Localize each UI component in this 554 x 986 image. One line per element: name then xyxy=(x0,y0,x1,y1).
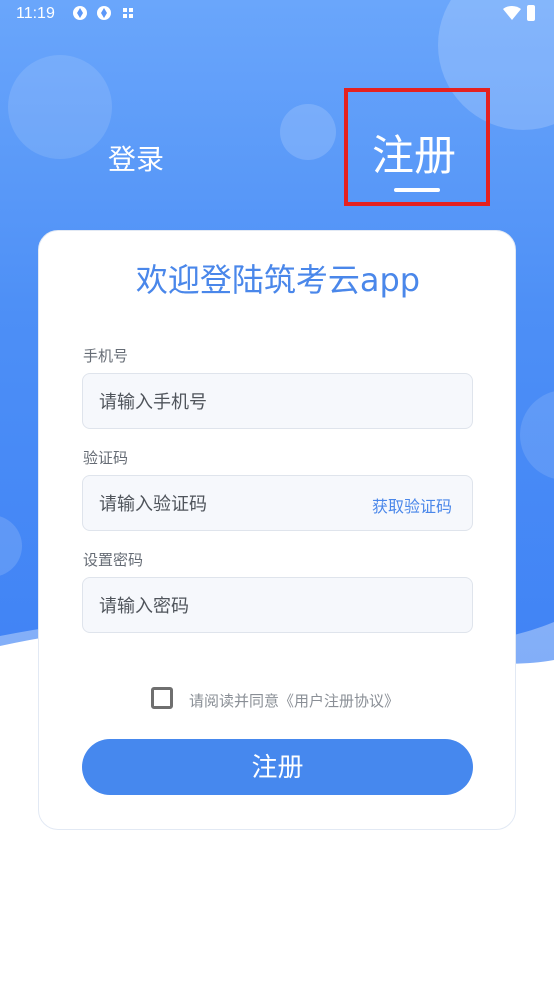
sync-icon xyxy=(96,5,112,25)
password-label: 设置密码 xyxy=(83,551,144,569)
decor-bubble xyxy=(0,515,22,577)
phone-input[interactable] xyxy=(97,374,361,430)
password-field xyxy=(82,577,473,634)
tab-register[interactable]: 注册 xyxy=(344,88,490,206)
agreement-text[interactable]: 请阅读并同意《用户注册协议》 xyxy=(189,690,399,711)
decor-bubble xyxy=(520,390,554,480)
wifi-icon xyxy=(503,6,521,25)
code-label: 验证码 xyxy=(83,449,129,467)
register-card: 欢迎登陆筑考云app 手机号 验证码 获取验证码 设置密码 请阅读并同意《用户注… xyxy=(38,230,516,830)
battery-icon xyxy=(527,5,535,21)
decor-bubble xyxy=(280,104,336,160)
status-bar: 11:19 xyxy=(0,0,554,30)
password-input[interactable] xyxy=(97,578,361,634)
get-code-button[interactable]: 获取验证码 xyxy=(372,493,452,517)
nfc-icon xyxy=(122,7,134,22)
register-screen: 11:19 登录 注册 欢迎登陆筑考云app 手机号 验证码 获取验证码 设置密… xyxy=(0,0,554,986)
status-time: 11:19 xyxy=(16,5,55,22)
code-field: 获取验证码 xyxy=(82,475,473,532)
welcome-title: 欢迎登陆筑考云app xyxy=(135,261,421,299)
register-button[interactable]: 注册 xyxy=(82,739,473,795)
tab-login[interactable]: 登录 xyxy=(108,138,164,178)
decor-bubble xyxy=(8,55,112,159)
tab-active-indicator xyxy=(394,188,440,192)
tab-register-label: 注册 xyxy=(372,131,457,180)
phone-field xyxy=(82,373,473,430)
sync-icon xyxy=(72,5,88,25)
code-input[interactable] xyxy=(97,476,361,532)
agreement-checkbox[interactable] xyxy=(151,687,173,709)
phone-label: 手机号 xyxy=(83,347,129,365)
